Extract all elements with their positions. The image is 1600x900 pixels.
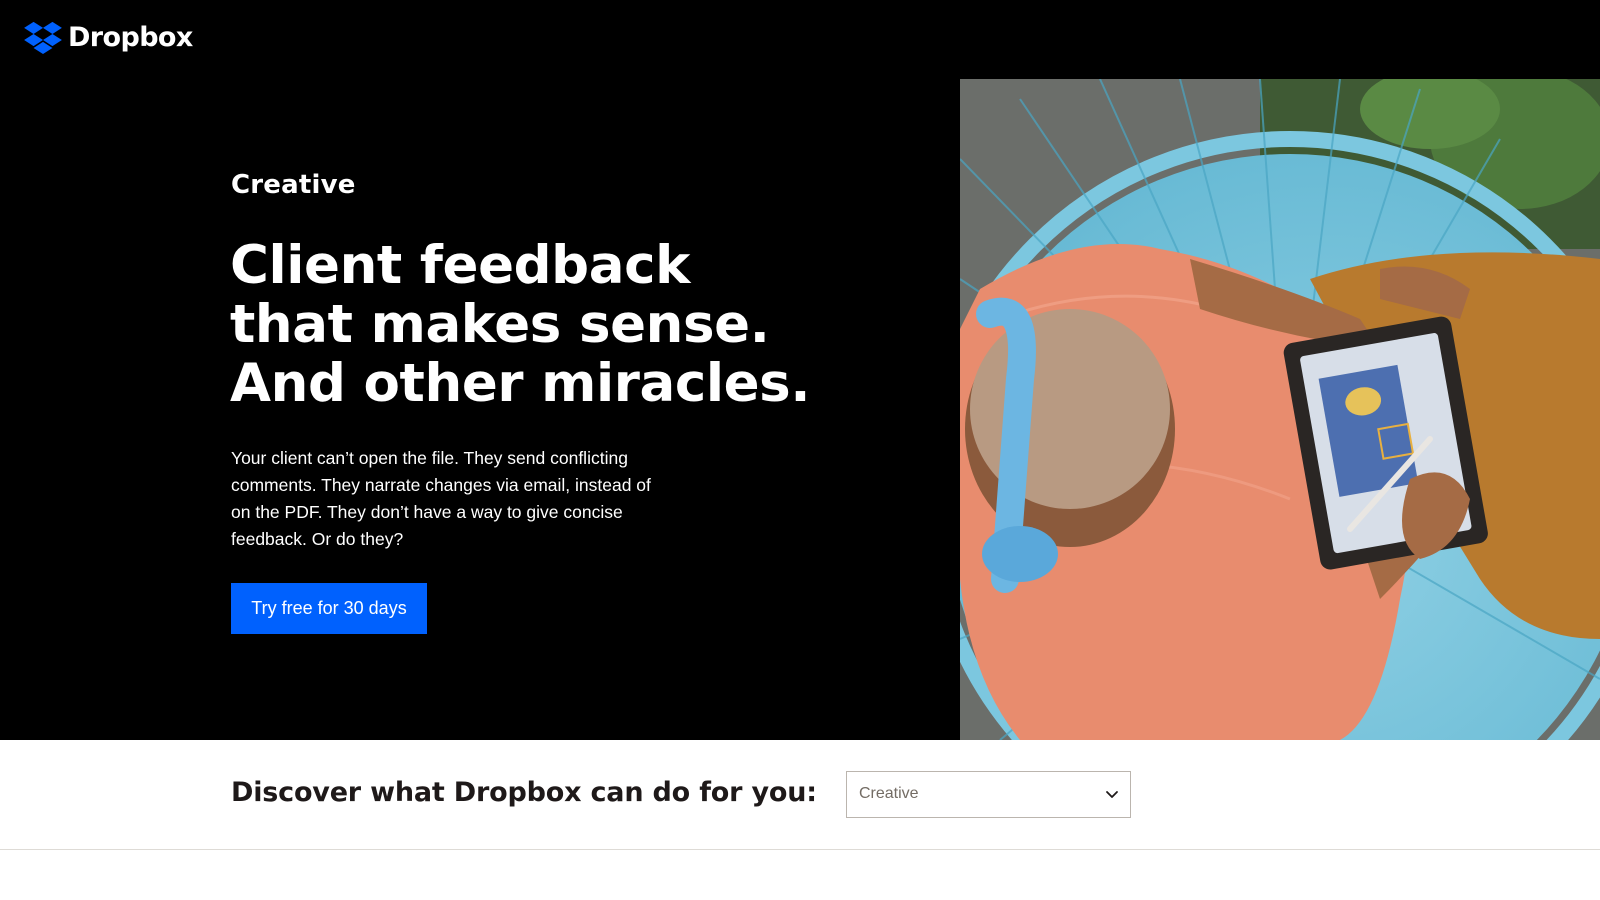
hero-section: Dropbox Creative Client feedback that ma… (0, 0, 1600, 740)
use-case-select[interactable]: Creative (846, 771, 1131, 818)
logo-wordmark: Dropbox (68, 21, 193, 53)
chevron-down-icon (1106, 791, 1118, 798)
hero-headline: Client feedback that makes sense. And ot… (230, 236, 910, 413)
dropbox-logo[interactable]: Dropbox (24, 20, 193, 54)
headline-line: Client feedback (230, 235, 690, 296)
hero-eyebrow: Creative (231, 170, 356, 200)
select-value: Creative (859, 785, 919, 802)
try-free-button[interactable]: Try free for 30 days (231, 583, 427, 634)
discover-title: Discover what Dropbox can do for you: (231, 777, 817, 808)
dropbox-box-icon (24, 21, 62, 54)
headline-line: that makes sense. (230, 294, 770, 355)
hero-image (960, 79, 1600, 740)
discover-section: Discover what Dropbox can do for you: Cr… (0, 740, 1600, 850)
hero-description: Your client can’t open the file. They se… (231, 448, 651, 549)
headline-line: And other miracles. (230, 353, 811, 414)
